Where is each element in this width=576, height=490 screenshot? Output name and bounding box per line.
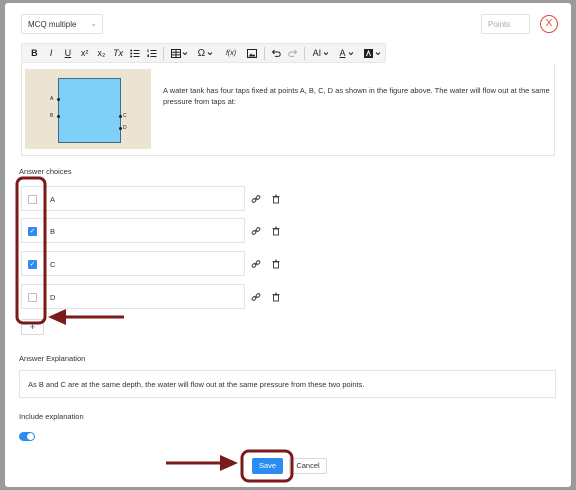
save-highlight-box — [240, 449, 294, 483]
checkbox-highlight-box — [15, 176, 47, 325]
save-callout-arrowhead — [220, 455, 238, 471]
checkbox-callout-arrowhead — [48, 309, 66, 325]
annotation-overlay — [15, 176, 294, 483]
